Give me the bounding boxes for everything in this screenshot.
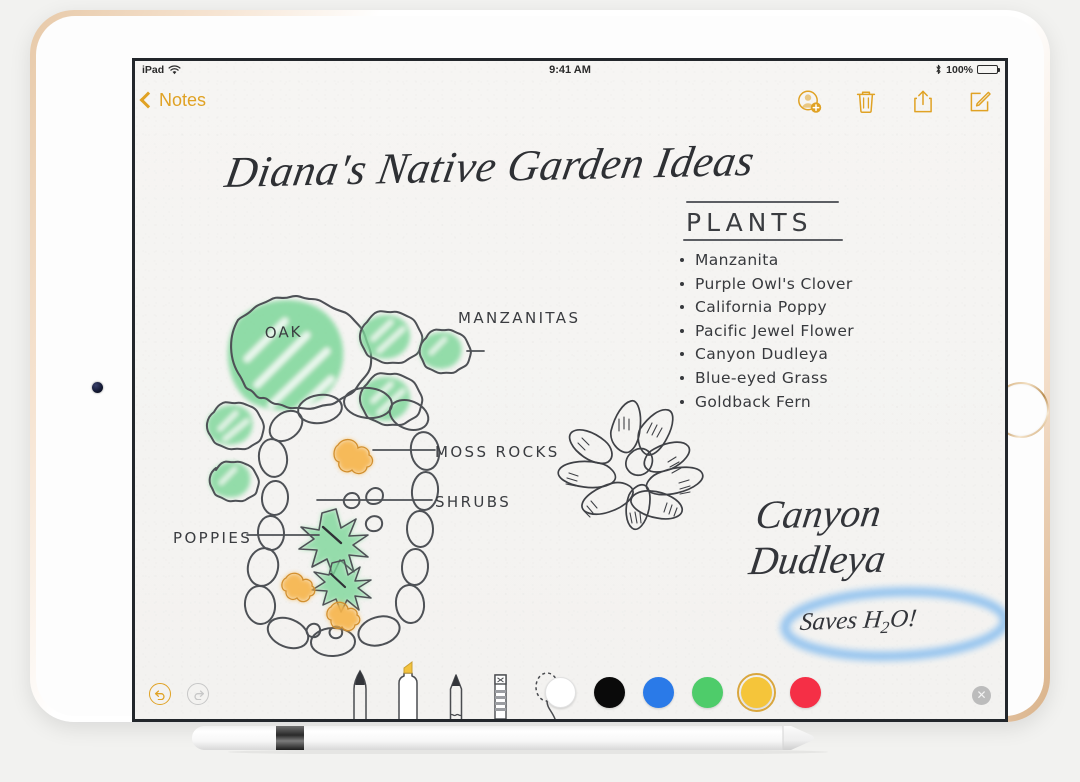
color-swatch-yellow[interactable] (737, 673, 776, 712)
compose-note-button[interactable] (967, 86, 993, 116)
dudleya-callout-line2: Dudleya (746, 535, 889, 584)
battery-percent-label: 100% (946, 63, 973, 76)
color-swatch-white[interactable] (545, 677, 576, 708)
dudleya-callout: Canyon Dudleya (746, 490, 895, 584)
undo-button[interactable] (149, 683, 171, 705)
delete-note-button[interactable] (853, 86, 879, 116)
note-actions (796, 86, 993, 116)
garden-plan-sketch: OAK (205, 294, 1005, 661)
back-to-notes-button[interactable]: Notes (139, 90, 207, 111)
redo-arrow-icon (193, 689, 204, 700)
highlighter-tool[interactable] (394, 661, 422, 719)
chevron-left-icon (139, 91, 157, 109)
pen-tool[interactable] (349, 669, 371, 719)
eraser-tool[interactable] (490, 671, 510, 719)
pen-tools-group (349, 661, 563, 719)
back-to-notes-label: Notes (159, 90, 207, 110)
color-swatch-green[interactable] (692, 677, 723, 708)
status-bar-time: 9:41 AM (549, 63, 591, 76)
sketch-label-poppies: POPPIES (173, 529, 253, 547)
close-toolbar-button[interactable]: ✕ (972, 686, 991, 705)
battery-full-icon (977, 64, 1000, 75)
color-swatch-red[interactable] (790, 677, 821, 708)
status-bar: iPad 9:41 AM 100% (135, 61, 1005, 78)
saves-water-note: Saves H2O! (798, 604, 919, 638)
pencil-tool[interactable] (445, 671, 467, 719)
sketch-label-manzanitas: MANZANITAS (458, 309, 581, 327)
ipad-device: iPad 9:41 AM 100% Notes Diana's Native G… (30, 10, 1050, 722)
add-collaborator-button[interactable] (796, 86, 822, 116)
share-note-button[interactable] (910, 86, 936, 116)
ipad-screen: iPad 9:41 AM 100% Notes Diana's Native G… (132, 58, 1008, 722)
color-swatch-black[interactable] (594, 677, 625, 708)
dudleya-callout-line1: Canyon (752, 490, 885, 538)
undo-arrow-icon (154, 689, 165, 700)
drawing-tool-bar: ✕ (135, 661, 1005, 719)
color-swatches (545, 673, 821, 712)
front-camera-icon (92, 382, 103, 393)
redo-button (187, 683, 209, 705)
bluetooth-icon (936, 64, 941, 75)
note-drawing-canvas[interactable]: Diana's Native Garden Ideas PLANTS Manza… (135, 123, 1005, 661)
undo-redo-group (149, 683, 209, 705)
color-swatch-blue[interactable] (643, 677, 674, 708)
apple-pencil (192, 726, 828, 754)
note-navigation-bar: Notes (135, 78, 1005, 128)
sketch-label-moss-rocks: MOSS ROCKS (435, 443, 560, 461)
sketch-label-shrubs: SHRUBS (435, 493, 512, 511)
status-bar-right: 100% (935, 63, 1000, 76)
svg-text:OAK: OAK (265, 323, 303, 342)
